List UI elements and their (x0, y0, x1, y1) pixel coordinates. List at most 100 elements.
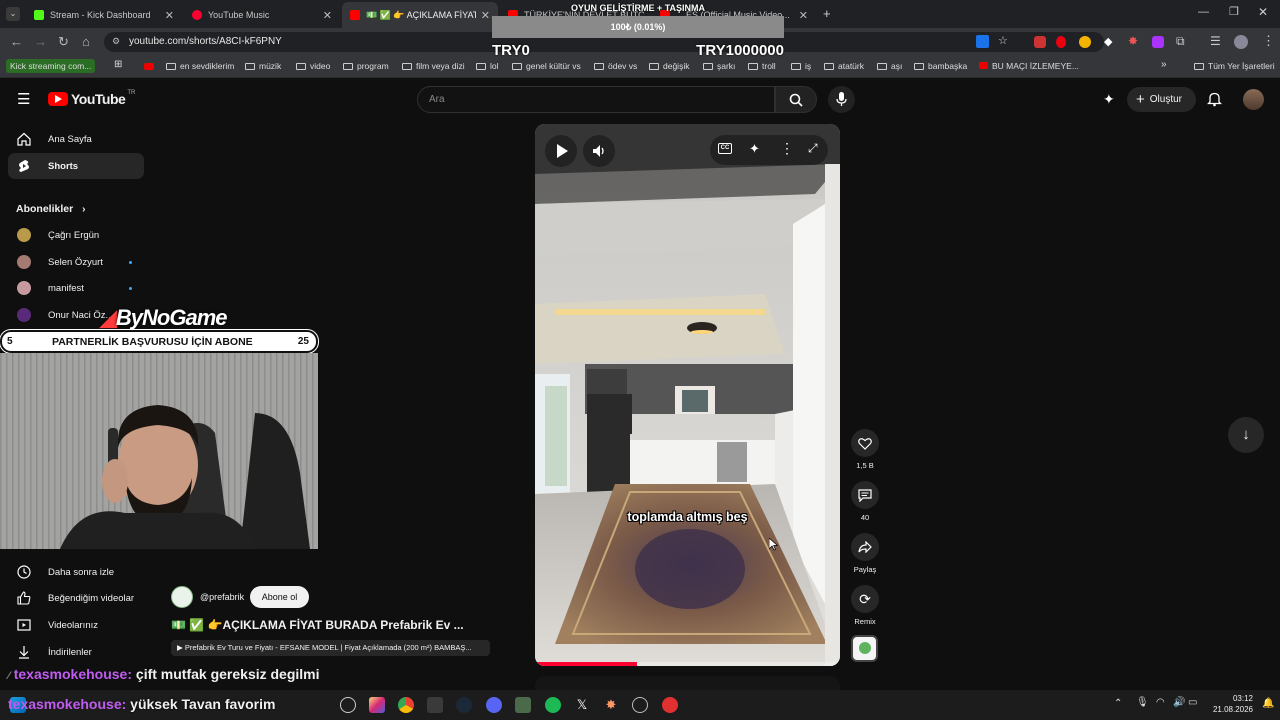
extension-icon[interactable] (1152, 36, 1164, 48)
tab-kick-dashboard[interactable]: Stream - Kick Dashboard ✕ (26, 2, 182, 28)
home-icon[interactable]: ⌂ (82, 34, 90, 49)
sidebar-item-your-videos[interactable]: Videolarınız (0, 612, 144, 638)
discord-icon[interactable] (486, 697, 502, 713)
short-title[interactable]: 💵 ✅ 👉AÇIKLAMA FİYAT BURADA Prefabrik Ev … (171, 618, 464, 632)
bookmark-folder[interactable]: bambaşka (914, 61, 967, 71)
next-short-preview[interactable] (535, 676, 840, 690)
notifications-tray-icon[interactable]: 🔔 (1262, 698, 1274, 709)
bookmark-folder[interactable]: aşı (877, 61, 902, 71)
shorts-remix-icon[interactable]: ✦ (1103, 91, 1115, 108)
bookmark-folder[interactable]: en sevdiklerim (166, 61, 234, 71)
instagram-icon[interactable] (369, 697, 385, 713)
more-bookmarks-icon[interactable]: » (1161, 59, 1167, 70)
profile-avatar[interactable] (1234, 35, 1248, 49)
subscribe-button[interactable]: Abone ol (250, 586, 309, 608)
close-window-button[interactable]: ✕ (1258, 5, 1268, 19)
sidebar-item-home[interactable]: Ana Sayfa (0, 126, 144, 152)
app-icon[interactable] (662, 697, 678, 713)
reload-icon[interactable]: ↻ (58, 34, 69, 50)
bookmark-folder[interactable]: program (343, 61, 389, 71)
system-clock[interactable]: 03:12 21.08.2026 (1207, 693, 1253, 715)
play-button[interactable] (545, 135, 577, 167)
chrome-icon[interactable] (398, 697, 414, 713)
bookmark-kick[interactable]: Kick streaming com... (6, 59, 96, 73)
extension-icon[interactable] (1079, 36, 1091, 48)
app-icon[interactable] (515, 697, 531, 713)
remix-icon[interactable]: ✦ (749, 141, 760, 157)
hamburger-menu-icon[interactable]: ☰ (17, 90, 30, 108)
more-options-icon[interactable]: ⋮ (780, 140, 794, 157)
sidebar-item-downloads[interactable]: İndirilenler (0, 639, 144, 665)
bookmark-folder[interactable]: film veya dizi (402, 61, 465, 71)
app-icon[interactable]: ✸ (603, 697, 619, 713)
notifications-bell-icon[interactable] (1207, 91, 1222, 107)
install-app-icon[interactable] (976, 35, 989, 48)
bookmark-folder[interactable]: müzik (245, 61, 281, 71)
close-tab-icon[interactable]: ✕ (165, 9, 174, 22)
apps-grid-icon[interactable]: ⊞ (114, 59, 122, 70)
steam-icon[interactable] (456, 697, 472, 713)
share-button[interactable]: Paylaş (850, 533, 880, 574)
subscription-item[interactable]: manifest (0, 275, 144, 301)
sidebar-item-watch-later[interactable]: Daha sonra izle (0, 559, 144, 585)
minimize-window-button[interactable]: — (1198, 6, 1209, 18)
search-button[interactable] (775, 86, 817, 113)
extension-icon[interactable]: ✸ (1128, 34, 1138, 48)
youtube-logo[interactable]: YouTube TR (48, 90, 135, 107)
video-progress-bar[interactable] (535, 662, 840, 666)
spotify-icon[interactable] (545, 697, 561, 713)
channel-avatar[interactable] (171, 586, 193, 608)
bookmark-folder[interactable]: iş (791, 61, 811, 71)
tab-list-icon[interactable]: ☰ (1210, 34, 1221, 48)
remix-button[interactable]: ⟳ Remix (850, 585, 880, 626)
channel-handle[interactable]: @prefabrik (200, 592, 244, 602)
close-tab-icon[interactable]: ✕ (323, 9, 332, 22)
tab-search-button[interactable]: ⌄ (6, 7, 20, 21)
subscription-item[interactable]: Selen Özyurt (0, 249, 144, 275)
sound-source-thumbnail[interactable] (851, 635, 878, 662)
sidebar-item-liked[interactable]: Beğendiğim videolar (0, 585, 144, 611)
show-hidden-icons-icon[interactable]: ⌃ (1114, 698, 1122, 709)
like-button[interactable]: 1,5 B (850, 429, 880, 470)
subscriptions-header[interactable]: Abonelikler › (16, 203, 85, 215)
microphone-tray-icon[interactable]: 🎙 (1136, 697, 1149, 708)
subscription-item[interactable]: Çağrı Ergün (0, 222, 144, 248)
shorts-video-player[interactable]: CC ✦ ⋮ ⤢ toplamda altmış beş (535, 124, 840, 666)
extension-icon[interactable]: ◆ (1104, 35, 1112, 48)
x-twitter-icon[interactable]: 𝕏 (574, 697, 590, 713)
youtube-bookmark-icon[interactable] (144, 63, 154, 70)
tab-youtube-music[interactable]: YouTube Music ✕ (184, 2, 340, 28)
fullscreen-icon[interactable]: ⤢ (808, 141, 818, 156)
extension-icon[interactable] (1034, 36, 1046, 48)
obs-icon[interactable] (632, 697, 648, 713)
site-info-icon[interactable]: ⚙ (112, 36, 120, 47)
new-tab-button[interactable]: + (823, 6, 831, 21)
forward-arrow-icon[interactable]: → (34, 34, 47, 49)
app-icon[interactable] (427, 697, 443, 713)
related-video-link[interactable]: ▶ Prefabrik Ev Turu ve Fiyatı - EFSANE M… (171, 640, 490, 656)
comments-button[interactable]: 40 (850, 481, 880, 522)
search-input[interactable]: Ara (417, 86, 775, 113)
close-tab-icon[interactable]: ✕ (481, 9, 490, 22)
extension-icon[interactable] (1056, 36, 1066, 48)
back-arrow-icon[interactable]: ← (10, 34, 23, 49)
close-tab-icon[interactable]: ✕ (799, 9, 808, 22)
restore-window-button[interactable]: ❐ (1229, 5, 1239, 18)
chatgpt-icon[interactable] (340, 697, 356, 713)
account-avatar[interactable] (1243, 89, 1264, 110)
closed-captions-icon[interactable]: CC (718, 143, 732, 154)
volume-tray-icon[interactable]: 🔊 (1173, 697, 1185, 708)
bookmark-youtube-match[interactable]: BU MAÇI İZLEMEYE... (979, 61, 1079, 71)
bookmark-folder[interactable]: video (296, 61, 330, 71)
all-bookmarks-folder[interactable]: Tüm Yer İşaretleri (1194, 61, 1275, 71)
bookmark-star-icon[interactable]: ☆ (998, 34, 1008, 47)
browser-menu-icon[interactable]: ⋮ (1262, 33, 1275, 49)
battery-icon[interactable]: ▭ (1188, 697, 1197, 708)
extensions-puzzle-icon[interactable]: ⧉ (1176, 34, 1185, 49)
sidebar-item-shorts[interactable]: Shorts (8, 153, 144, 179)
bookmark-folder[interactable]: atatürk (824, 61, 864, 71)
next-short-button[interactable]: ↓ (1228, 417, 1264, 453)
mute-button[interactable] (583, 135, 615, 167)
voice-search-button[interactable] (828, 86, 855, 113)
tab-youtube-short[interactable]: 💵 ✅ 👉 AÇIKLAMA FİYAT B ✕ (342, 2, 498, 28)
